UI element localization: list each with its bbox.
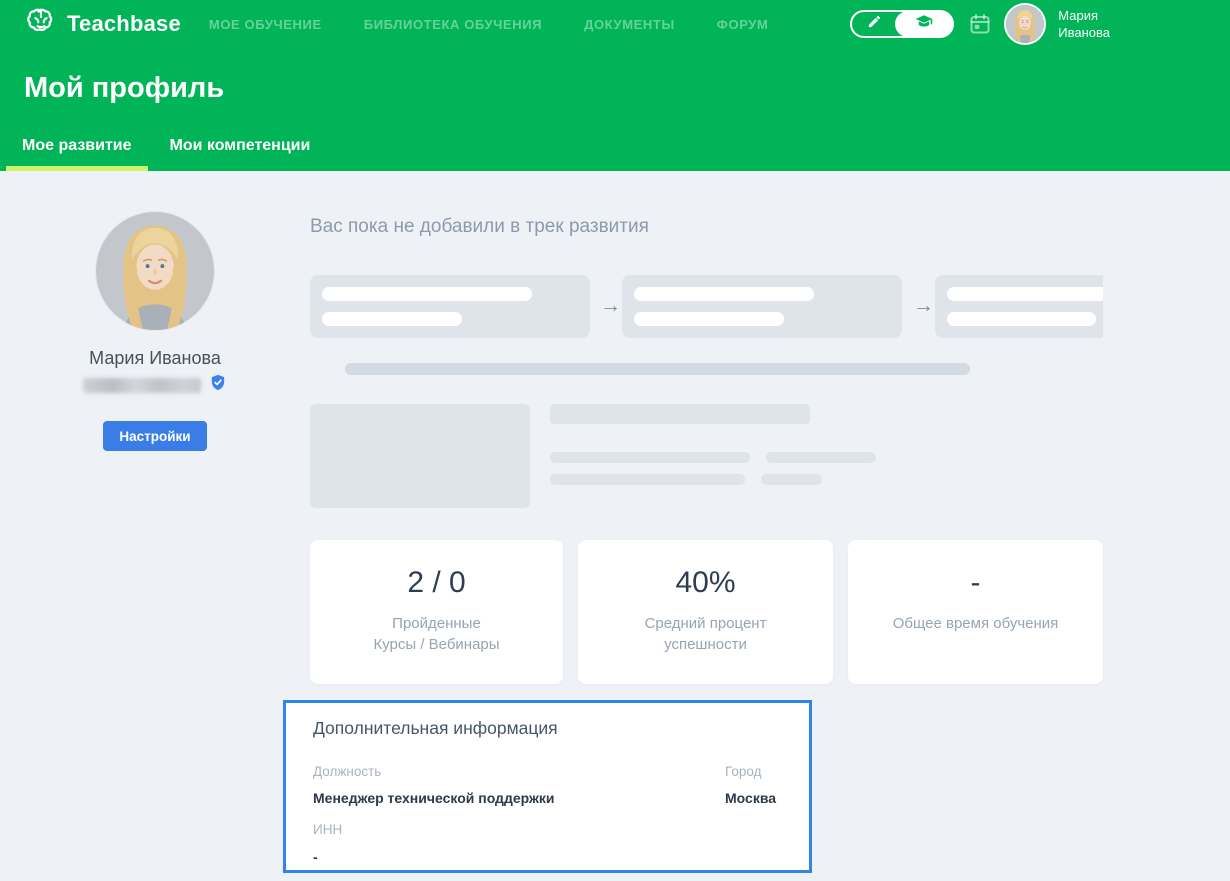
user-last-name: Иванова <box>1058 24 1110 41</box>
tab-my-development[interactable]: Мое развитие <box>6 137 148 171</box>
edit-mode-segment[interactable] <box>852 12 896 36</box>
learn-mode-segment[interactable] <box>895 11 953 37</box>
nav-my-learning[interactable]: МОЕ ОБУЧЕНИЕ <box>209 17 322 32</box>
tabs: Мое развитие Мои компетенции <box>6 137 326 171</box>
page-title: Мой профиль <box>24 72 224 105</box>
skeleton-card <box>310 275 590 338</box>
profile-email-row <box>83 377 227 393</box>
stat-label: Средний процент успешности <box>645 613 767 655</box>
nav-forum[interactable]: ФОРУМ <box>717 17 769 32</box>
skeleton-thumbnail <box>310 404 530 508</box>
profile-photo <box>96 212 214 330</box>
user-name[interactable]: Мария Иванова <box>1058 7 1110 41</box>
settings-button[interactable]: Настройки <box>103 421 206 451</box>
verified-shield-icon <box>209 373 227 397</box>
tab-my-competencies[interactable]: Мои компетенции <box>154 137 327 171</box>
stat-value: 40% <box>675 566 735 600</box>
skeleton-bar <box>761 474 822 485</box>
skeleton-bar <box>322 312 462 326</box>
additional-info-title: Дополнительная информация <box>313 718 558 739</box>
field-value-position: Менеджер технической поддержки <box>313 790 555 806</box>
profile-sidebar: Мария Иванова Настройки <box>0 171 310 451</box>
arrow-right-icon: → <box>913 292 934 320</box>
track-empty-message: Вас пока не добавили в трек развития <box>310 216 649 238</box>
graduation-cap-icon <box>915 13 933 36</box>
field-label-inn: ИНН <box>313 822 342 837</box>
profile-name: Мария Иванова <box>89 348 221 369</box>
skeleton-bar <box>766 452 876 463</box>
track-skeleton-row: → → <box>310 275 1103 338</box>
skeleton-bar <box>550 404 810 424</box>
stat-card-success-rate: 40% Средний процент успешности <box>578 540 833 684</box>
field-label-position: Должность <box>313 764 381 779</box>
topbar: Teachbase МОЕ ОБУЧЕНИЕ БИБЛИОТЕКА ОБУЧЕН… <box>0 0 1230 48</box>
additional-info-section: Дополнительная информация Должность Мене… <box>283 700 812 873</box>
skeleton-bar <box>634 287 814 301</box>
field-value-inn: - <box>313 849 318 865</box>
topbar-right: Мария Иванова <box>850 5 1230 43</box>
email-blurred-text <box>83 378 201 393</box>
stat-label: Пройденные Курсы / Вебинары <box>373 613 499 655</box>
field-value-city: Москва <box>725 790 776 806</box>
skeleton-card <box>622 275 902 338</box>
user-first-name: Мария <box>1058 7 1110 24</box>
stat-value: - <box>971 566 981 600</box>
nav-documents[interactable]: ДОКУМЕНТЫ <box>584 17 675 32</box>
brand-name: Teachbase <box>67 11 181 37</box>
nav-learning-library[interactable]: БИБЛИОТЕКА ОБУЧЕНИЯ <box>364 17 542 32</box>
brain-logo-icon <box>24 5 58 44</box>
app-window: Teachbase МОЕ ОБУЧЕНИЕ БИБЛИОТЕКА ОБУЧЕН… <box>0 0 1230 881</box>
mode-toggle[interactable] <box>850 10 954 38</box>
track-progress-skeleton <box>345 363 970 375</box>
skeleton-card <box>935 275 1103 338</box>
brand-logo[interactable]: Teachbase <box>24 5 181 44</box>
skeleton-bar <box>550 452 750 463</box>
skeleton-bar <box>550 474 745 485</box>
skeleton-bar <box>322 287 532 301</box>
field-label-city: Город <box>725 764 762 779</box>
skeleton-bar <box>634 312 784 326</box>
stat-label: Общее время обучения <box>893 613 1059 634</box>
stat-card-courses: 2 / 0 Пройденные Курсы / Вебинары <box>310 540 563 684</box>
pencil-icon <box>867 14 882 34</box>
arrow-right-icon: → <box>600 292 621 320</box>
calendar-icon[interactable] <box>968 12 992 36</box>
stat-card-total-time: - Общее время обучения <box>848 540 1103 684</box>
avatar[interactable] <box>1006 5 1044 43</box>
stat-value: 2 / 0 <box>407 566 465 600</box>
skeleton-bar <box>947 287 1103 301</box>
skeleton-bar <box>947 312 1096 326</box>
main-nav: МОЕ ОБУЧЕНИЕ БИБЛИОТЕКА ОБУЧЕНИЯ ДОКУМЕН… <box>209 17 769 32</box>
header: Teachbase МОЕ ОБУЧЕНИЕ БИБЛИОТЕКА ОБУЧЕН… <box>0 0 1230 171</box>
